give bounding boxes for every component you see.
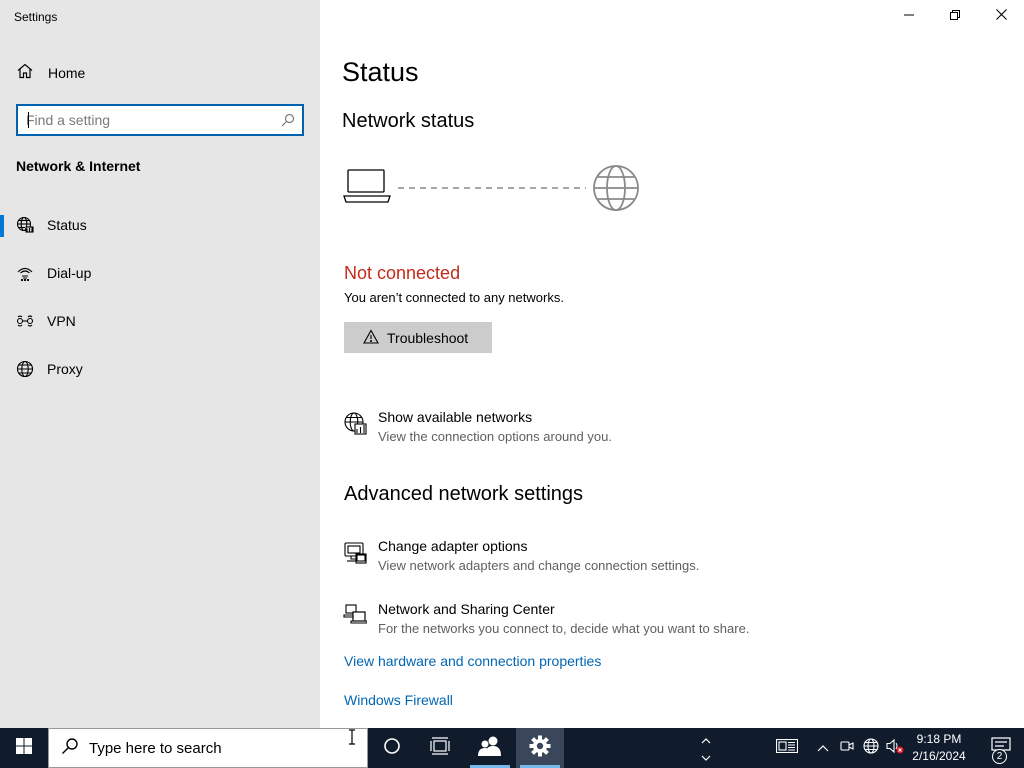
sidebar-item-label: VPN (47, 313, 76, 329)
vpn-icon (16, 312, 34, 330)
taskbar-scroll[interactable] (697, 728, 715, 768)
cortana-icon (383, 737, 401, 760)
network-adapter-icon (342, 540, 368, 566)
meet-now-button[interactable] (836, 728, 858, 768)
chevron-down-icon[interactable] (701, 749, 711, 767)
cortana-button[interactable] (368, 728, 416, 768)
network-tray-button[interactable] (860, 728, 882, 768)
settings-search-box[interactable] (16, 104, 304, 136)
sidebar-item-status[interactable]: Status (0, 205, 320, 245)
sidebar-item-label: Proxy (47, 361, 83, 377)
home-icon (16, 62, 34, 85)
show-networks-desc: View the connection options around you. (378, 429, 612, 444)
troubleshoot-label: Troubleshoot (387, 329, 469, 346)
adapter-options-title: Change adapter options (378, 538, 528, 554)
window-controls (886, 0, 1024, 32)
sidebar-item-dial-up[interactable]: Dial-up (0, 253, 320, 293)
restore-button[interactable] (932, 0, 978, 32)
search-icon (61, 737, 79, 760)
gear-icon (529, 735, 551, 762)
connection-status-text: Not connected (344, 263, 461, 283)
search-icon[interactable] (276, 108, 300, 132)
settings-search-input[interactable] (26, 112, 276, 128)
troubleshoot-button[interactable]: Troubleshoot (344, 322, 492, 353)
connection-status-desc: You aren’t connected to any networks. (344, 290, 564, 305)
view-hardware-properties-link[interactable]: View hardware and connection properties (344, 653, 601, 669)
system-clock[interactable]: 9:18 PM 2/16/2024 (906, 731, 972, 765)
task-view-button[interactable] (416, 728, 464, 768)
show-networks-title: Show available networks (378, 409, 533, 425)
network-status-graphic (342, 160, 642, 216)
task-view-icon (430, 736, 450, 760)
sidebar-item-label: Dial-up (47, 265, 92, 281)
network-status-heading: Network status (342, 110, 475, 132)
restore-icon (950, 7, 960, 25)
taskbar-search-placeholder: Type here to search (89, 739, 222, 757)
minimize-icon (904, 7, 914, 25)
chevron-up-icon (817, 739, 829, 757)
internet-globe-icon (593, 165, 639, 211)
taskbar-app-people[interactable] (466, 728, 514, 768)
chevron-up-icon[interactable] (701, 731, 711, 749)
clock-time: 9:18 PM (916, 732, 962, 746)
laptop-icon (343, 169, 391, 203)
close-button[interactable] (978, 0, 1024, 32)
sidebar-item-label: Status (47, 217, 87, 233)
available-networks-icon (342, 411, 368, 437)
people-icon (478, 735, 502, 762)
show-available-networks[interactable]: Show available networks View the connect… (342, 409, 612, 444)
volume-muted-icon (886, 738, 904, 759)
globe-icon (16, 360, 34, 378)
sidebar-item-proxy[interactable]: Proxy (0, 349, 320, 389)
page-title: Status (342, 57, 419, 87)
windows-logo-icon (16, 737, 32, 759)
sharing-center-title: Network and Sharing Center (378, 601, 555, 617)
sharing-center-icon (342, 603, 368, 629)
sharing-center-desc: For the networks you connect to, decide … (378, 621, 750, 636)
volume-tray-button[interactable] (883, 728, 907, 768)
windows-firewall-link[interactable]: Windows Firewall (344, 692, 453, 708)
mouse-text-cursor-icon (348, 729, 356, 750)
sidebar-item-vpn[interactable]: VPN (0, 301, 320, 341)
news-icon (775, 738, 799, 758)
taskbar-search-box[interactable]: Type here to search (48, 728, 368, 768)
app-title: Settings (14, 10, 58, 24)
network-globe-icon (863, 737, 879, 759)
sidebar-home-label: Home (48, 65, 86, 81)
sidebar-home[interactable]: Home (16, 62, 85, 84)
network-sharing-center[interactable]: Network and Sharing Center For the netwo… (342, 601, 749, 636)
news-widget-button[interactable] (770, 728, 804, 768)
close-icon (995, 7, 1007, 25)
warning-icon (363, 328, 379, 347)
sidebar: Settings Home Network & Internet Status … (0, 0, 320, 728)
start-button[interactable] (0, 728, 48, 768)
sidebar-section-title: Network & Internet (16, 158, 141, 174)
taskbar: Type here to search 9:18 PM 2/16/2024 2 (0, 728, 1024, 768)
text-caret (28, 112, 29, 128)
clock-date: 2/16/2024 (912, 749, 966, 763)
advanced-network-settings-heading: Advanced network settings (344, 483, 584, 505)
main-content: Status Network status Not connected You … (320, 0, 1024, 728)
change-adapter-options[interactable]: Change adapter options View network adap… (342, 538, 699, 573)
adapter-options-desc: View network adapters and change connect… (378, 558, 700, 573)
minimize-button[interactable] (886, 0, 932, 32)
dial-up-icon (16, 264, 34, 282)
show-hidden-icons-button[interactable] (812, 728, 834, 768)
taskbar-app-settings[interactable] (516, 728, 564, 768)
notification-count-badge: 2 (992, 749, 1007, 764)
video-camera-icon (840, 739, 854, 757)
globe-network-icon (16, 216, 34, 234)
